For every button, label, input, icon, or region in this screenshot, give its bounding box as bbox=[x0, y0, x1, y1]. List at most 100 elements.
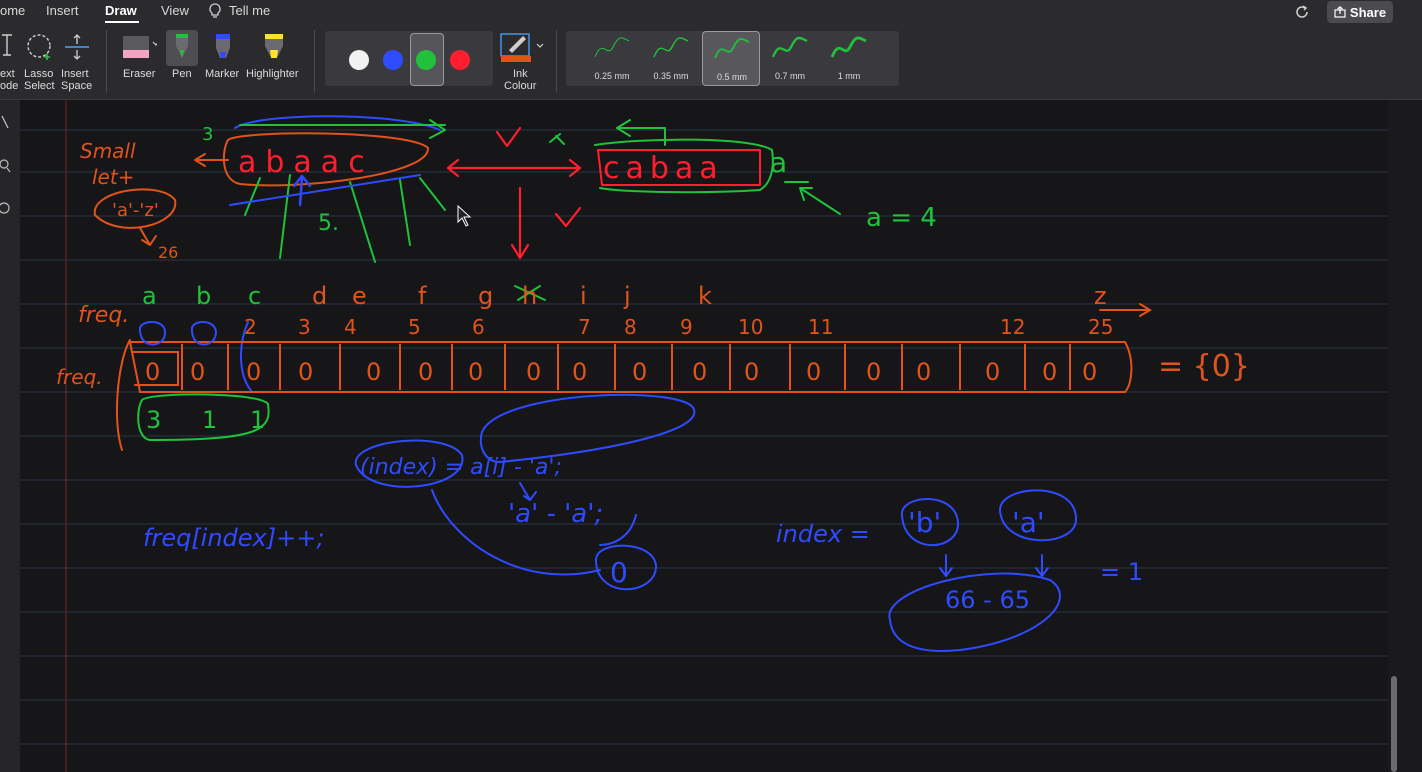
thickness-label: 0.7 mm bbox=[774, 71, 805, 81]
count-value: 1 bbox=[250, 406, 265, 434]
menu-bar: ome Insert Draw View Tell me Share bbox=[0, 0, 1422, 24]
count-value-row: 3 1 1 bbox=[146, 406, 265, 434]
thickness-1mm[interactable]: 1 mm bbox=[820, 31, 878, 86]
index-expr: (index) = a[i] - 'a'; bbox=[360, 455, 562, 480]
freq-letter: d bbox=[312, 282, 327, 310]
freq-label-left: freq. bbox=[56, 365, 103, 389]
active-tab-indicator bbox=[105, 21, 139, 23]
freq-letter: a bbox=[142, 282, 157, 310]
thickness-05[interactable]: 0.5 mm bbox=[702, 31, 760, 86]
menu-draw[interactable]: Draw bbox=[105, 3, 137, 18]
scrollbar-thumb[interactable] bbox=[1391, 676, 1397, 772]
freq-index: 11 bbox=[808, 315, 833, 339]
thickness-label: 0.25 mm bbox=[594, 71, 630, 81]
array-cell-value: 0 bbox=[468, 358, 483, 386]
freq-letter: c bbox=[248, 282, 261, 310]
left-tool-rail bbox=[0, 100, 20, 772]
freq-index: 6 bbox=[472, 315, 485, 339]
color-blue[interactable] bbox=[383, 50, 403, 70]
thickness-025[interactable]: 0.25 mm bbox=[583, 31, 641, 86]
stroke-preview-icon bbox=[714, 38, 750, 59]
char-b: 'b' bbox=[908, 506, 941, 539]
array-cell-value: 0 bbox=[526, 358, 541, 386]
text-mode-tool[interactable]: ext ode bbox=[0, 24, 18, 99]
insert-space-tool[interactable]: Insert Space bbox=[60, 24, 96, 99]
thickness-label: 0.35 mm bbox=[653, 71, 689, 81]
freq-letter: b bbox=[196, 282, 211, 310]
array-cell-value: 0 bbox=[692, 358, 707, 386]
count-5: 5. bbox=[318, 211, 339, 236]
freq-index: 10 bbox=[738, 315, 763, 339]
share-button[interactable]: Share bbox=[1327, 1, 1393, 23]
marker-tool[interactable]: Marker bbox=[204, 24, 242, 99]
lasso-icon bbox=[27, 34, 51, 60]
vertical-scrollbar[interactable] bbox=[1388, 100, 1422, 772]
count-3: 3 bbox=[202, 124, 213, 145]
array-cell-value: 0 bbox=[1082, 358, 1097, 386]
menu-view[interactable]: View bbox=[161, 3, 189, 18]
text-mode-label-1: ext bbox=[0, 68, 15, 80]
array-value-row: 000000000000000000 bbox=[145, 358, 1097, 386]
marker-icon bbox=[216, 34, 230, 58]
ribbon-separator bbox=[556, 30, 557, 92]
freq-letter-row: a b c de f g h i j k z bbox=[142, 282, 1107, 310]
lasso-label-1: Lasso bbox=[24, 68, 54, 80]
freq-index: 5 bbox=[408, 315, 421, 339]
sync-icon[interactable] bbox=[1294, 4, 1310, 20]
array-cell-value: 0 bbox=[572, 358, 587, 386]
array-cell-value: 0 bbox=[145, 358, 160, 386]
freq-index: 8 bbox=[624, 315, 637, 339]
stroke-preview-icon bbox=[830, 36, 867, 58]
array-cell-value: 0 bbox=[866, 358, 881, 386]
small-note-2: let+ bbox=[92, 165, 134, 189]
ribbon-separator bbox=[106, 30, 107, 92]
lightbulb-icon bbox=[209, 3, 221, 18]
pen-thickness-gallery: 0.25 mm 0.35 mm 0.5 mm 0.7 mm 1 mm bbox=[566, 31, 899, 86]
menu-home[interactable]: ome bbox=[0, 3, 25, 18]
color-green[interactable] bbox=[416, 50, 436, 70]
ribbon-separator bbox=[314, 30, 315, 92]
freq-letter: i bbox=[580, 282, 587, 310]
freq-label-top: freq. bbox=[78, 303, 129, 328]
appended-letter: a bbox=[770, 146, 787, 179]
calc-result: = 1 bbox=[1100, 558, 1143, 586]
share-icon bbox=[1334, 6, 1346, 18]
eraser-label: Eraser bbox=[123, 68, 156, 80]
highlighter-tool[interactable]: Highlighter bbox=[244, 24, 304, 99]
thickness-07[interactable]: 0.7 mm bbox=[761, 31, 819, 86]
freq-letter: k bbox=[698, 282, 712, 310]
array-cell-value: 0 bbox=[632, 358, 647, 386]
thickness-035[interactable]: 0.35 mm bbox=[642, 31, 700, 86]
freq-index: 7 bbox=[578, 315, 591, 339]
freq-increment: freq[index]++; bbox=[143, 524, 324, 552]
rail-tools-icon[interactable] bbox=[0, 112, 12, 222]
count-value: 1 bbox=[202, 406, 217, 434]
freq-letter: e bbox=[352, 282, 367, 310]
freq-index: 4 bbox=[344, 315, 357, 339]
small-note-1: Small bbox=[80, 139, 136, 163]
color-white[interactable] bbox=[349, 50, 369, 70]
text-mode-label-2: ode bbox=[0, 80, 19, 92]
menu-insert[interactable]: Insert bbox=[46, 3, 79, 18]
marker-label: Marker bbox=[205, 68, 240, 80]
insert-space-label-2: Space bbox=[61, 80, 93, 92]
array-cell-value: 0 bbox=[246, 358, 261, 386]
thickness-label: 1 mm bbox=[837, 71, 861, 81]
stroke-preview-icon bbox=[653, 37, 689, 58]
freq-letter: z bbox=[1094, 282, 1107, 310]
pen-tool[interactable]: Pen bbox=[164, 24, 200, 99]
ink-colour-tool[interactable]: Ink Colour bbox=[496, 24, 546, 99]
eraser-tool[interactable]: Eraser bbox=[116, 24, 162, 99]
color-red[interactable] bbox=[450, 50, 470, 70]
result-a: a = 4 bbox=[866, 203, 937, 233]
array-init: = {0} bbox=[1158, 349, 1250, 384]
highlighter-icon bbox=[265, 34, 283, 58]
note-canvas[interactable]: abaac cabaa a Small let+ 'a'-'z' 26 3 5.… bbox=[20, 100, 1388, 772]
calc: 66 - 65 bbox=[945, 586, 1030, 614]
menu-tell-me[interactable]: Tell me bbox=[229, 3, 270, 18]
array-cell-value: 0 bbox=[985, 358, 1000, 386]
freq-index: 9 bbox=[680, 315, 693, 339]
lasso-select-tool[interactable]: Lasso Select bbox=[22, 24, 58, 99]
freq-index: 25 bbox=[1088, 315, 1113, 339]
pen-label: Pen bbox=[172, 68, 192, 80]
